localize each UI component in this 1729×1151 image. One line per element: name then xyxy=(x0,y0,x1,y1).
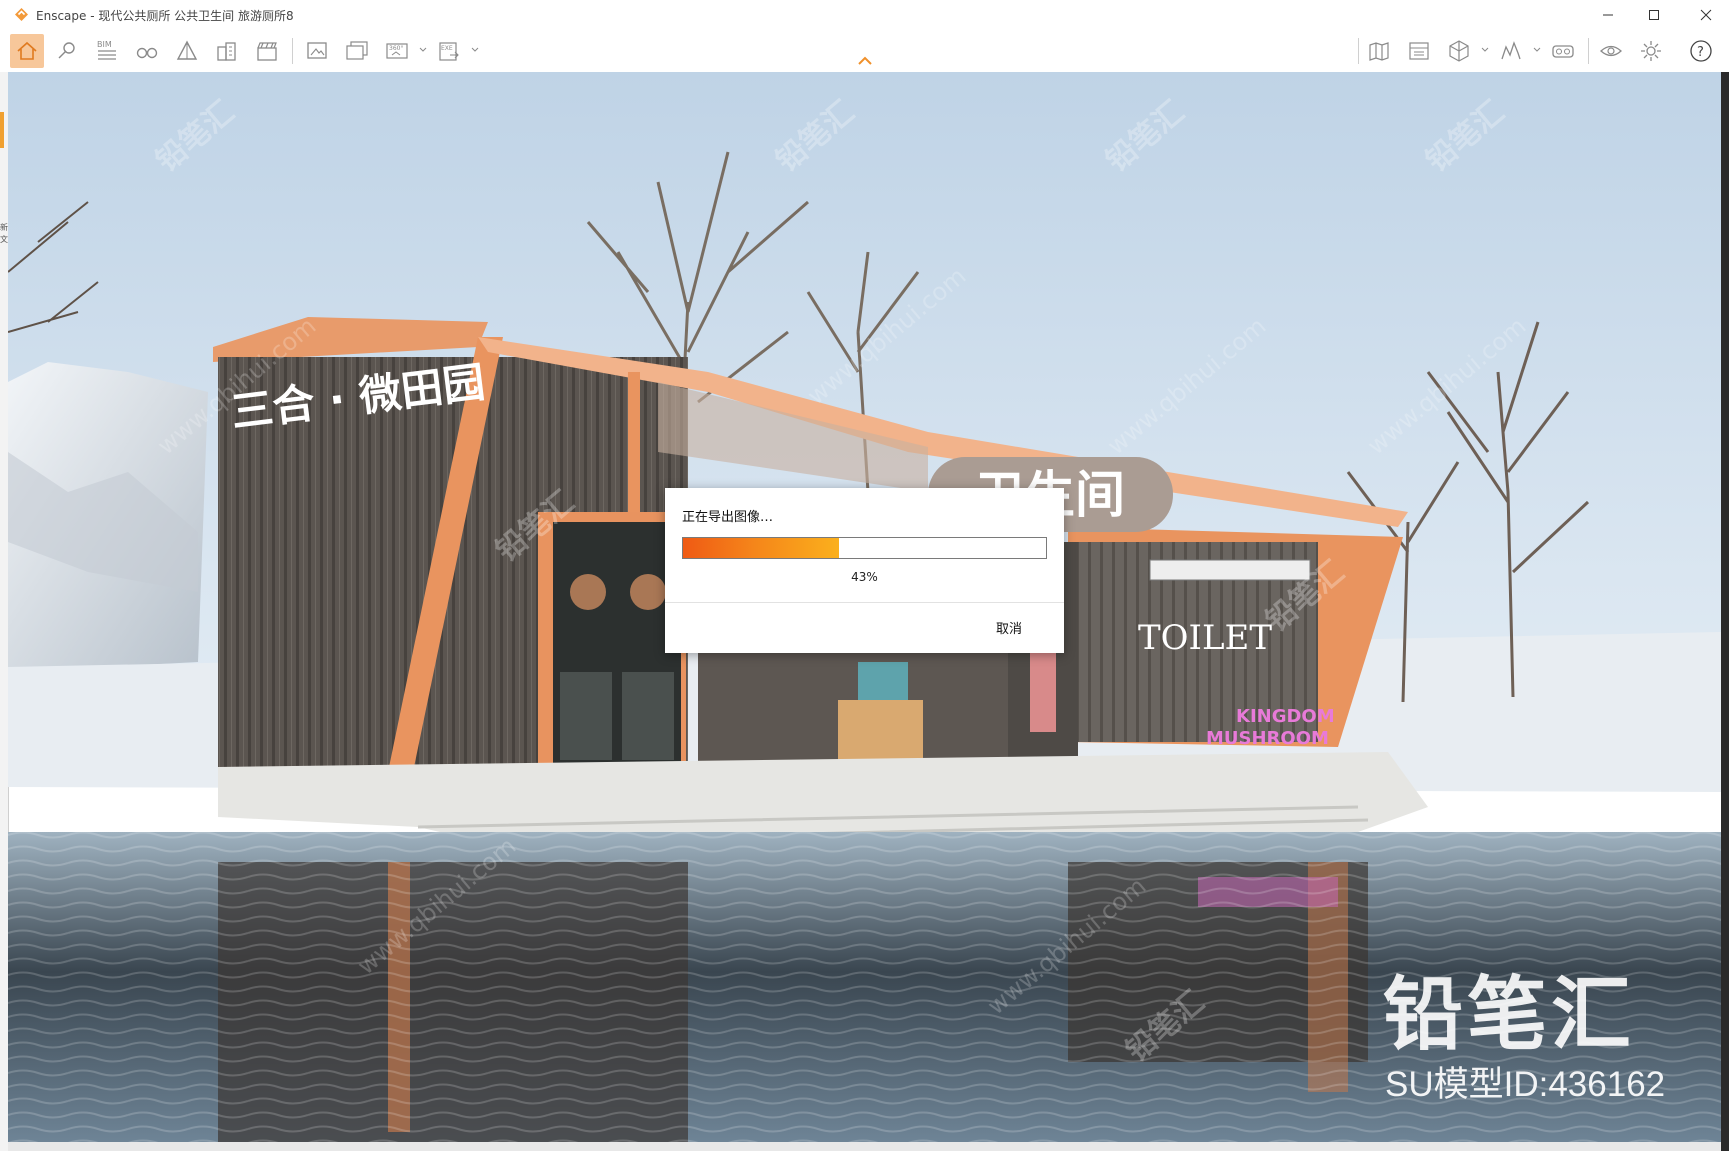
bim-button[interactable]: BIM xyxy=(90,34,124,68)
toilet-sign-text: TOILET xyxy=(1138,618,1272,658)
panorama-360-icon: 360° xyxy=(386,43,408,59)
eye-icon xyxy=(1600,45,1622,57)
close-button[interactable] xyxy=(1683,0,1729,30)
measure-button[interactable] xyxy=(1494,34,1528,68)
dialog-title: 正在导出图像… xyxy=(682,510,774,525)
export-image-dialog: 正在导出图像… 43% 取消 xyxy=(665,488,1064,653)
maximize-button[interactable] xyxy=(1631,0,1677,30)
map-icon xyxy=(1369,42,1389,61)
minimize-button[interactable] xyxy=(1585,0,1631,30)
cancel-button[interactable]: 取消 xyxy=(996,618,1022,637)
bim-label: BIM xyxy=(97,40,112,49)
toolbar-separator xyxy=(1588,38,1589,64)
chevron-down-icon[interactable] xyxy=(1533,46,1541,54)
toolbar-separator xyxy=(1358,38,1359,64)
batch-render-icon xyxy=(346,41,368,60)
close-icon xyxy=(1700,9,1712,21)
vr-button[interactable] xyxy=(1546,34,1580,68)
export-progress-percent: 43% xyxy=(851,570,878,584)
cube-icon xyxy=(1449,40,1469,62)
chevron-down-icon[interactable] xyxy=(1481,46,1489,54)
bim-icon: BIM xyxy=(97,40,116,60)
neon-sign-line2: MUSHROOM xyxy=(1206,728,1329,749)
binoculars-icon xyxy=(136,47,158,59)
settings-icon xyxy=(1641,41,1661,61)
help-icon: ? xyxy=(1690,40,1712,62)
collapse-toolbar-icon[interactable] xyxy=(857,56,873,66)
maximize-icon xyxy=(1649,10,1659,20)
chevron-down-icon[interactable] xyxy=(471,46,479,54)
title-bar: Enscape - 现代公共厕所 公共卫生间 旅游厕所8 xyxy=(0,0,1729,30)
settings-button[interactable] xyxy=(1634,34,1668,68)
vent-grille xyxy=(1149,559,1311,581)
help-button[interactable]: ? xyxy=(1684,34,1718,68)
vr-headset-icon xyxy=(1552,45,1574,58)
screenshot-icon xyxy=(307,42,327,59)
buildings-icon xyxy=(217,42,236,61)
panorama-button[interactable]: 360° xyxy=(380,34,414,68)
asset-library-button[interactable] xyxy=(1402,34,1436,68)
brand-watermark: 铅笔汇 xyxy=(1383,968,1635,1061)
export-progress-fill xyxy=(683,538,840,558)
chevron-down-icon[interactable] xyxy=(419,46,427,54)
model-id-watermark: SU模型ID:436162 xyxy=(1385,1065,1666,1104)
export-progress-bar xyxy=(682,537,1047,559)
exe-export-icon: EXE xyxy=(439,42,459,61)
restroom-figure xyxy=(1030,652,1056,732)
minimize-icon xyxy=(1603,14,1613,16)
location-button[interactable] xyxy=(50,34,84,68)
walk-mode-button[interactable] xyxy=(130,34,164,68)
clapboard-icon xyxy=(257,42,277,61)
neon-sign-line1: KINGDOM xyxy=(1236,706,1335,727)
material-editor-button[interactable] xyxy=(1442,34,1476,68)
help-label: ? xyxy=(1697,45,1704,60)
washbasin-counter xyxy=(838,700,923,762)
screenshot-button[interactable] xyxy=(300,34,334,68)
perspective-button[interactable] xyxy=(170,34,204,68)
exe-label: EXE xyxy=(441,45,453,52)
views-button[interactable] xyxy=(210,34,244,68)
toolbar-separator xyxy=(292,38,293,64)
location-icon xyxy=(58,42,75,59)
enscape-toolbar: BIM 360° EXE ? xyxy=(0,30,1729,73)
right-window-edge xyxy=(1721,72,1729,1151)
background-window-text: 新 文 xyxy=(0,223,8,244)
asset-library-icon xyxy=(1409,42,1429,60)
home-icon xyxy=(17,41,37,60)
chart-icon xyxy=(1501,41,1521,60)
map-button[interactable] xyxy=(1362,34,1396,68)
visual-settings-button[interactable] xyxy=(1594,34,1628,68)
window-title: Enscape - 现代公共厕所 公共卫生间 旅游厕所8 xyxy=(36,9,294,23)
exe-export-button[interactable]: EXE xyxy=(432,34,466,68)
dialog-divider xyxy=(665,602,1064,603)
background-window-accent xyxy=(0,112,4,148)
home-button[interactable] xyxy=(10,34,44,68)
video-editor-button[interactable] xyxy=(250,34,284,68)
enscape-logo-icon xyxy=(15,8,28,21)
panorama-label: 360° xyxy=(389,45,403,52)
bottom-window-edge xyxy=(8,1142,1721,1151)
batch-render-button[interactable] xyxy=(340,34,374,68)
perspective-icon xyxy=(176,40,198,60)
